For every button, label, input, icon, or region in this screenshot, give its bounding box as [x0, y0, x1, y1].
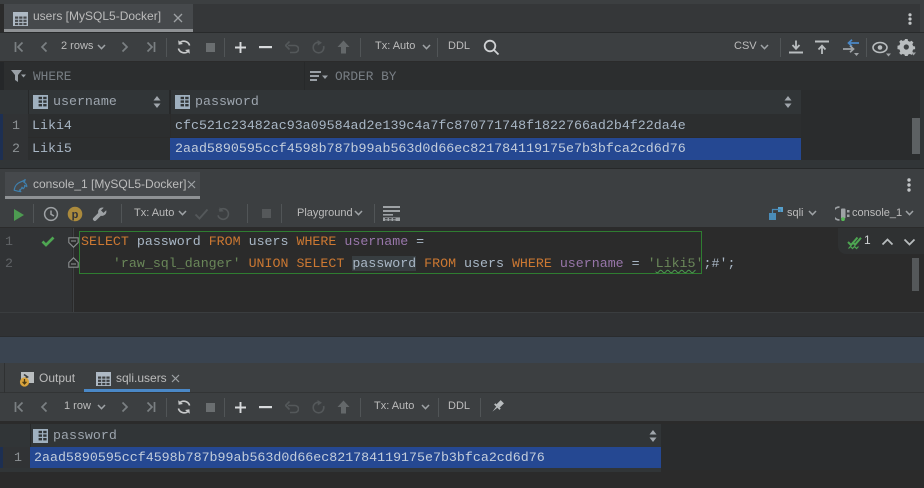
svg-text:p: p: [72, 209, 79, 221]
